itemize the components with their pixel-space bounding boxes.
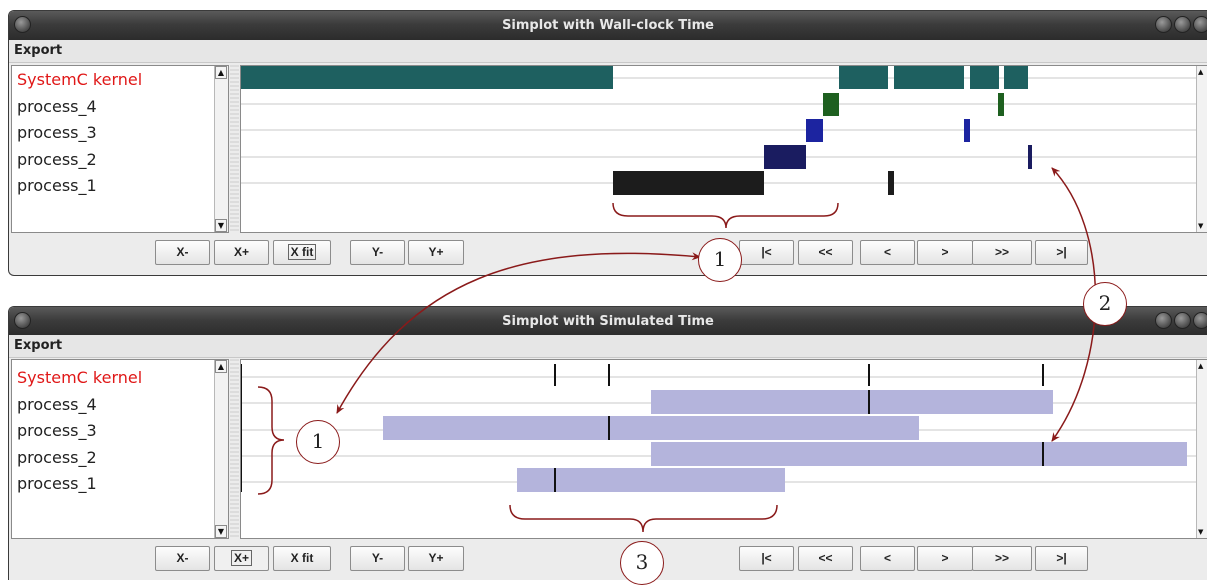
window-title: Simplot with Simulated Time — [502, 314, 714, 329]
scroll-down-icon[interactable]: ▼ — [1198, 222, 1203, 230]
process-label-3: process_3 — [17, 123, 97, 142]
process-list: SystemC kernel process_4 process_3 proce… — [11, 65, 229, 233]
process-label-kernel: SystemC kernel — [17, 368, 143, 387]
maximize-icon[interactable] — [1174, 16, 1191, 33]
kernel-bar — [241, 66, 613, 89]
annotation-2: 2 — [1083, 282, 1127, 326]
scroll-down-icon[interactable]: ▼ — [215, 219, 227, 232]
process-3-bar — [964, 119, 970, 142]
go-last-button[interactable]: >| — [1035, 240, 1088, 265]
scroll-down-icon[interactable]: ▼ — [1198, 528, 1203, 536]
menu-bar: Export — [9, 335, 1207, 358]
menu-bar: Export — [9, 40, 1207, 63]
step-forward-button[interactable]: > — [917, 546, 973, 571]
process-2-bar — [1028, 145, 1032, 169]
scroll-up-icon[interactable]: ▲ — [1198, 362, 1203, 370]
minimize-icon[interactable] — [1155, 16, 1172, 33]
scroll-down-icon[interactable]: ▼ — [215, 525, 227, 538]
process-label-3: process_3 — [17, 421, 97, 440]
process-list: SystemC kernel process_4 process_3 proce… — [11, 359, 229, 539]
process-1-bar — [517, 468, 785, 492]
wallclock-timeline-plot[interactable]: ▲ ▼ — [240, 65, 1207, 233]
process-label-4: process_4 — [17, 97, 97, 116]
page-forward-button[interactable]: >> — [972, 546, 1032, 571]
kernel-bar — [839, 66, 888, 89]
process-label-2: process_2 — [17, 448, 97, 467]
process-label-2: process_2 — [17, 150, 97, 169]
scroll-up-icon[interactable]: ▲ — [215, 66, 227, 79]
go-first-button[interactable]: |< — [739, 546, 794, 571]
split-pane-divider[interactable] — [230, 359, 239, 539]
simulated-window: Simplot with Simulated Time Export Syste… — [8, 306, 1207, 580]
go-first-button[interactable]: |< — [739, 240, 794, 265]
close-icon[interactable] — [1193, 312, 1207, 329]
process-2-bar — [764, 145, 806, 169]
minimize-icon[interactable] — [1155, 312, 1172, 329]
zoom-y-in-button[interactable]: Y+ — [408, 240, 464, 265]
x-fit-label: X fit — [287, 244, 317, 260]
process-3-bar — [383, 416, 919, 440]
scroll-up-icon[interactable]: ▲ — [1198, 68, 1203, 76]
go-last-button[interactable]: >| — [1035, 546, 1088, 571]
maximize-icon[interactable] — [1174, 312, 1191, 329]
kernel-bar — [1004, 66, 1028, 89]
export-menu[interactable]: Export — [14, 338, 62, 353]
annotation-1-top: 1 — [698, 238, 742, 282]
zoom-y-in-button[interactable]: Y+ — [408, 546, 464, 571]
close-icon[interactable] — [1193, 16, 1207, 33]
page-forward-button[interactable]: >> — [972, 240, 1032, 265]
step-back-button[interactable]: < — [860, 546, 915, 571]
process-2-bar — [651, 442, 1187, 466]
step-back-button[interactable]: < — [860, 240, 915, 265]
simulated-timeline-plot[interactable]: ▲ ▼ — [240, 359, 1207, 539]
split-pane-divider[interactable] — [230, 65, 239, 233]
zoom-x-out-button[interactable]: X- — [155, 240, 210, 265]
step-forward-button[interactable]: > — [917, 240, 973, 265]
title-bar[interactable]: Simplot with Wall-clock Time — [9, 11, 1207, 40]
process-label-4: process_4 — [17, 395, 97, 414]
process-3-bar — [806, 119, 823, 142]
scroll-up-icon[interactable]: ▲ — [215, 360, 227, 373]
wallclock-window: Simplot with Wall-clock Time Export Syst… — [8, 10, 1207, 276]
process-4-bar — [823, 93, 839, 116]
zoom-y-out-button[interactable]: Y- — [350, 240, 405, 265]
annotation-1-bottom: 1 — [296, 420, 340, 464]
process-4-bar — [998, 93, 1004, 116]
page-back-button[interactable]: << — [798, 546, 853, 571]
process-1-bar — [888, 171, 894, 195]
title-bar[interactable]: Simplot with Simulated Time — [9, 307, 1207, 336]
process-label-1: process_1 — [17, 474, 97, 493]
x-fit-button[interactable]: X fit — [273, 546, 331, 571]
process-4-bar — [651, 390, 1053, 414]
zoom-x-in-button[interactable]: X+ — [214, 546, 269, 571]
page-back-button[interactable]: << — [798, 240, 853, 265]
plot-scrollbar[interactable]: ▲ ▼ — [1196, 66, 1207, 232]
kernel-bar — [894, 66, 964, 89]
zoom-y-out-button[interactable]: Y- — [350, 546, 405, 571]
process-1-bar — [613, 171, 764, 195]
process-list-scrollbar[interactable]: ▲ ▼ — [214, 360, 228, 538]
process-label-1: process_1 — [17, 176, 97, 195]
x-fit-button[interactable]: X fit — [273, 240, 331, 265]
plot-scrollbar[interactable]: ▲ ▼ — [1196, 360, 1207, 538]
zoom-x-in-button[interactable]: X+ — [214, 240, 269, 265]
annotation-3: 3 — [620, 541, 664, 585]
export-menu[interactable]: Export — [14, 43, 62, 58]
kernel-bar — [970, 66, 999, 89]
window-title: Simplot with Wall-clock Time — [502, 18, 714, 33]
x-plus-label: X+ — [230, 550, 252, 566]
process-list-scrollbar[interactable]: ▲ ▼ — [214, 66, 228, 232]
zoom-x-out-button[interactable]: X- — [155, 546, 210, 571]
process-label-kernel: SystemC kernel — [17, 70, 143, 89]
